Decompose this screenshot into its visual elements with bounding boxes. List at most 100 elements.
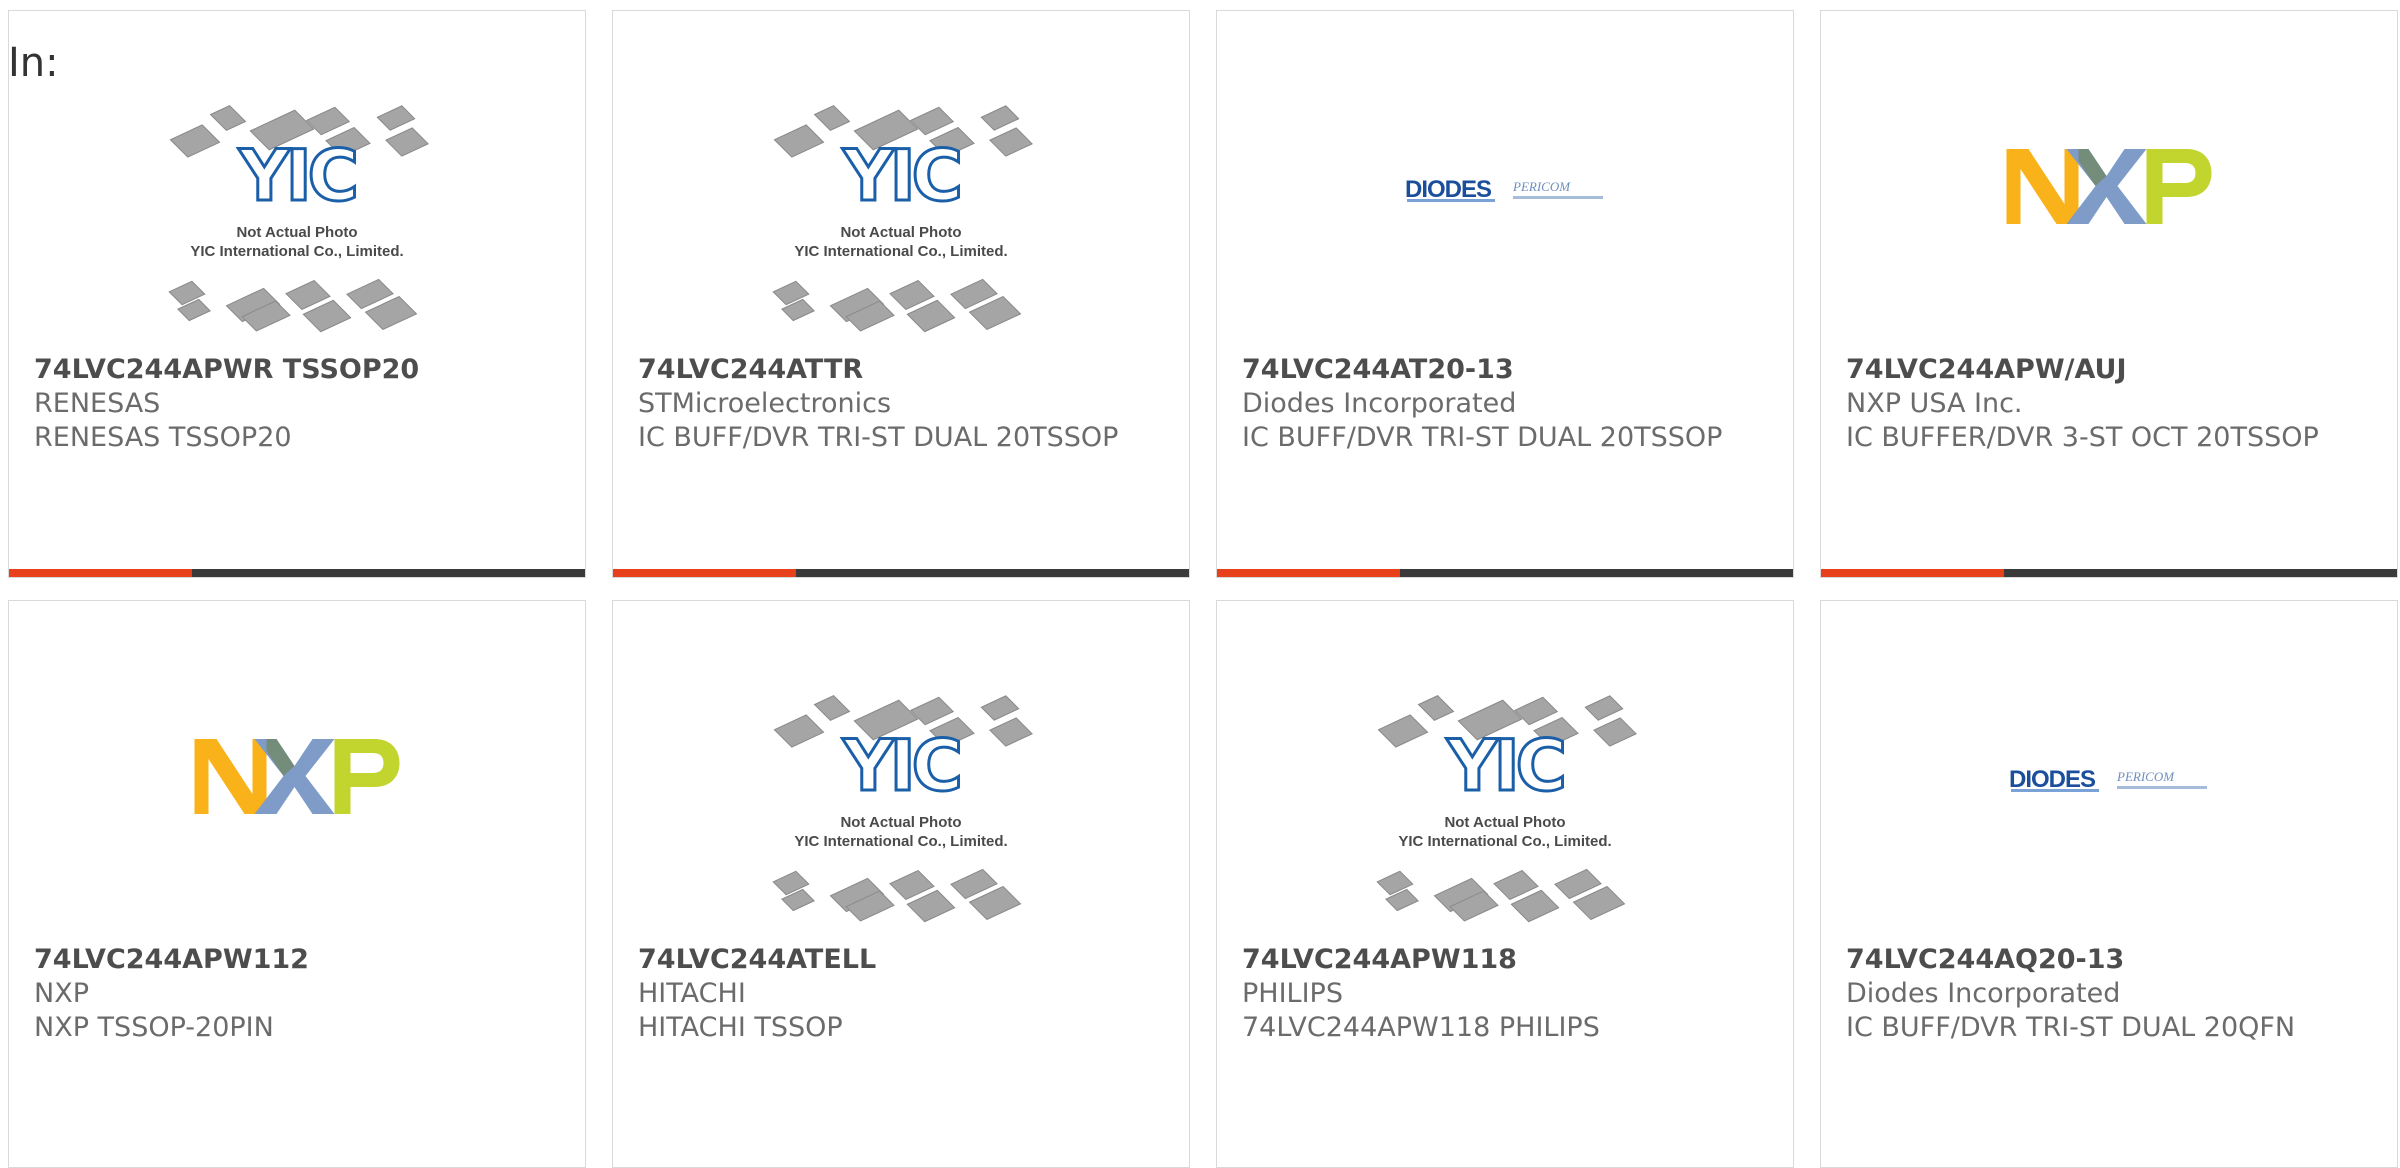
note-line-1: Not Actual Photo (236, 224, 358, 241)
chip-graphic (1584, 695, 1624, 721)
product-card[interactable]: YIC Not Actual Photo YIC International Co.… (612, 10, 1190, 578)
yic-placeholder-image: YIC Not Actual Photo YIC International Co.… (1370, 681, 1640, 923)
chip-graphic (1377, 714, 1429, 748)
chip-graphics-bottom (766, 866, 1036, 923)
note-line-2: YIC International Co., Limited. (794, 243, 1008, 260)
card-bar-accent (9, 569, 192, 577)
product-image: YIC Not Actual Photo YIC International Co.… (1217, 681, 1793, 941)
not-actual-photo-note: Not Actual Photo YIC International Co., L… (766, 223, 1036, 261)
chip-graphics-bottom (766, 276, 1036, 333)
part-number[interactable]: 74LVC244APWR TSSOP20 (34, 353, 565, 387)
nxp-logo-svg: NXP (2006, 149, 2212, 224)
chip-graphic (989, 717, 1033, 747)
nxp-logo-svg: NXP (194, 739, 400, 814)
chip-graphic (385, 127, 429, 157)
diodes-logo: DIODES PERICOM (1405, 176, 1605, 206)
card-bar (613, 569, 1189, 577)
in-label: In: (8, 40, 59, 86)
product-card[interactable]: NXP 74LVC244APW/AUJ NXP USA Inc. IC BUFF… (1820, 10, 2398, 578)
description: IC BUFF/DVR TRI-ST DUAL 20TSSOP (1242, 422, 1723, 453)
yic-placeholder-image: YIC Not Actual Photo YIC International Co.… (162, 91, 432, 333)
product-image: NXP (1821, 91, 2397, 351)
yic-logo: YIC (237, 135, 360, 217)
not-actual-photo-note: Not Actual Photo YIC International Co., L… (162, 223, 432, 261)
chip-graphic (980, 695, 1020, 721)
card-bar-accent (613, 569, 796, 577)
product-image: YIC Not Actual Photo YIC International Co.… (613, 91, 1189, 351)
part-number[interactable]: 74LVC244ATTR (638, 353, 1169, 387)
description: RENESAS TSSOP20 (34, 422, 292, 453)
nxp-logo: NXP (2006, 149, 2212, 224)
description: 74LVC244APW118 PHILIPS (1242, 1012, 1600, 1043)
chip-graphic (376, 105, 416, 131)
note-line-1: Not Actual Photo (840, 814, 962, 831)
product-image: NXP (9, 681, 585, 941)
description: IC BUFF/DVR TRI-ST DUAL 20QFN (1846, 1012, 2296, 1043)
pericom-wordmark: PERICOM (2117, 769, 2175, 784)
chip-graphic (813, 695, 851, 721)
product-card[interactable]: DIODES PERICOM 74LVC244AT20-13 Diodes Inc… (1216, 10, 1794, 578)
card-bar (1821, 569, 2397, 577)
chip-graphic (1417, 695, 1455, 721)
yic-logo: YIC (841, 135, 964, 217)
product-image: DIODES PERICOM (1217, 91, 1793, 351)
chip-graphic (813, 105, 851, 131)
manufacturer: STMicroelectronics (638, 388, 892, 419)
yic-placeholder-image: YIC Not Actual Photo YIC International Co.… (766, 681, 1036, 923)
card-bar (9, 569, 585, 577)
yic-logo: YIC (1445, 725, 1568, 807)
manufacturer: Diodes Incorporated (1242, 388, 1517, 419)
manufacturer: NXP (34, 978, 89, 1009)
description: IC BUFFER/DVR 3-ST OCT 20TSSOP (1846, 422, 2319, 453)
chip-graphic (773, 124, 825, 158)
card-bar (1217, 569, 1793, 577)
pericom-wordmark: PERICOM (1513, 179, 1571, 194)
diodes-subline (2011, 789, 2099, 792)
manufacturer: PHILIPS (1242, 978, 1343, 1009)
description: HITACHI TSSOP (638, 1012, 843, 1043)
chip-graphics-bottom (162, 276, 432, 333)
description: NXP TSSOP-20PIN (34, 1012, 274, 1043)
chip-graphics-bottom (1370, 866, 1640, 923)
part-number[interactable]: 74LVC244AQ20-13 (1846, 943, 2377, 977)
note-line-2: YIC International Co., Limited. (794, 833, 1008, 850)
manufacturer: HITACHI (638, 978, 746, 1009)
part-number[interactable]: 74LVC244APW112 (34, 943, 565, 977)
nxp-logo: NXP (194, 739, 400, 814)
product-card[interactable]: YIC Not Actual Photo YIC International Co.… (1216, 600, 1794, 1168)
card-bar-accent (1821, 569, 2004, 577)
chip-graphic (169, 124, 221, 158)
manufacturer: NXP USA Inc. (1846, 388, 2023, 419)
not-actual-photo-note: Not Actual Photo YIC International Co., L… (766, 813, 1036, 851)
chip-graphic (980, 105, 1020, 131)
description: IC BUFF/DVR TRI-ST DUAL 20TSSOP (638, 422, 1119, 453)
not-actual-photo-note: Not Actual Photo YIC International Co., L… (1370, 813, 1640, 851)
manufacturer: Diodes Incorporated (1846, 978, 2121, 1009)
product-image: YIC Not Actual Photo YIC International Co.… (9, 91, 585, 351)
note-line-2: YIC International Co., Limited. (1398, 833, 1612, 850)
product-card[interactable]: NXP 74LVC244APW112 NXP NXP TSSOP-20PIN (8, 600, 586, 1168)
chip-graphic (1593, 717, 1637, 747)
yic-logo: YIC (841, 725, 964, 807)
part-number[interactable]: 74LVC244ATELL (638, 943, 1169, 977)
chip-graphic (773, 714, 825, 748)
yic-placeholder-image: YIC Not Actual Photo YIC International Co.… (766, 91, 1036, 333)
manufacturer: RENESAS (34, 388, 161, 419)
product-card[interactable]: YIC Not Actual Photo YIC International Co.… (8, 10, 586, 578)
pericom-subline (1513, 196, 1603, 199)
chip-graphic (989, 127, 1033, 157)
note-line-1: Not Actual Photo (840, 224, 962, 241)
part-number[interactable]: 74LVC244APW/AUJ (1846, 353, 2377, 387)
card-bar-accent (1217, 569, 1400, 577)
pericom-subline (2117, 786, 2207, 789)
chip-graphic (209, 105, 247, 131)
product-card[interactable]: YIC Not Actual Photo YIC International Co.… (612, 600, 1190, 1168)
product-image: DIODES PERICOM (1821, 681, 2397, 941)
part-number[interactable]: 74LVC244APW118 (1242, 943, 1773, 977)
diodes-logo: DIODES PERICOM (2009, 766, 2209, 796)
note-line-1: Not Actual Photo (1444, 814, 1566, 831)
diodes-subline (1407, 199, 1495, 202)
part-number[interactable]: 74LVC244AT20-13 (1242, 353, 1773, 387)
product-image: YIC Not Actual Photo YIC International Co.… (613, 681, 1189, 941)
product-card[interactable]: DIODES PERICOM 74LVC244AQ20-13 Diodes Inc… (1820, 600, 2398, 1168)
